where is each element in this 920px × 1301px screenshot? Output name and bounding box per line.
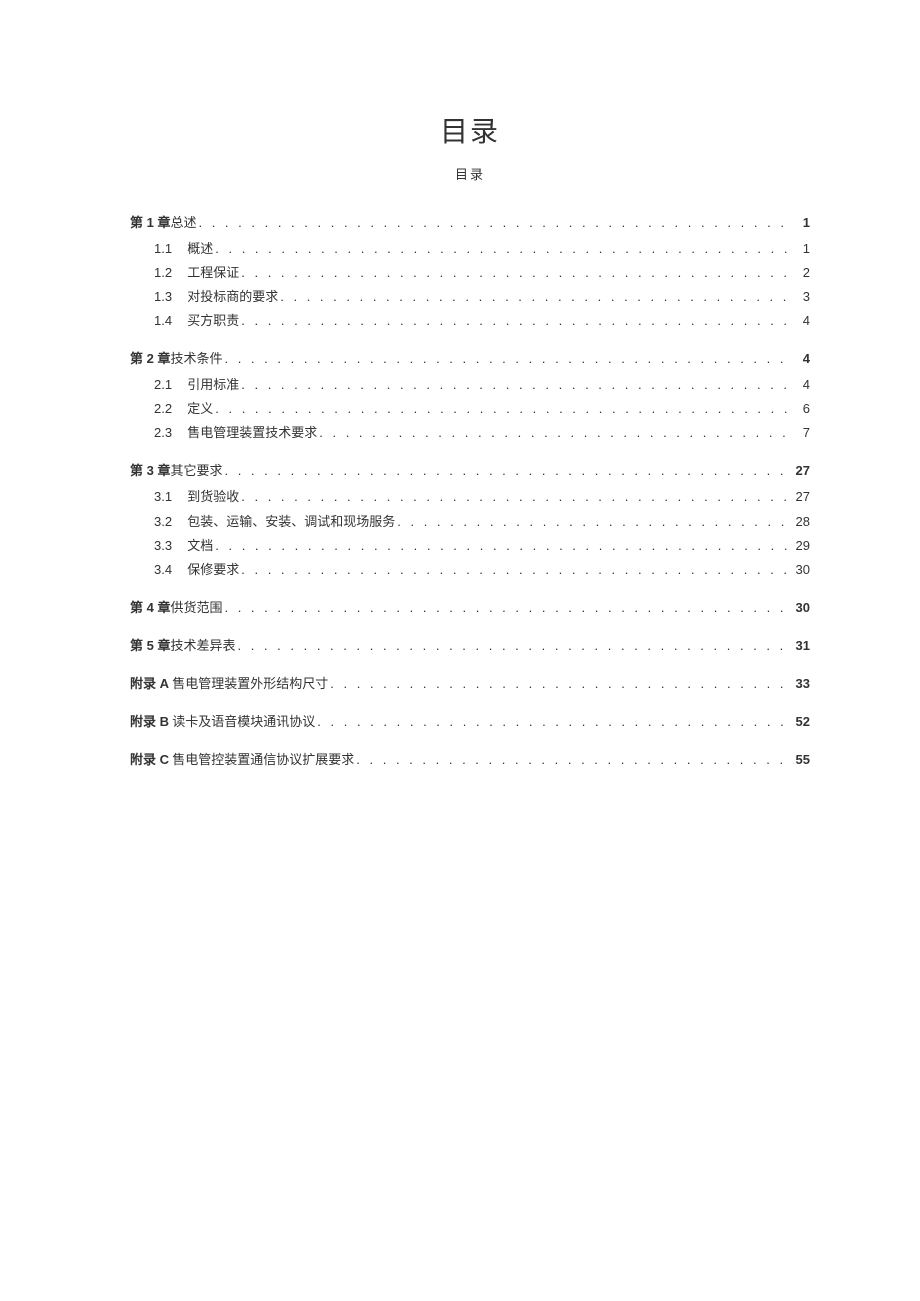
toc-leader-dots	[222, 347, 794, 371]
toc-label: 3.2 包装、运输、安装、调试和现场服务	[154, 510, 395, 534]
toc-subitem: 1.3 对投标商的要求 3	[130, 285, 810, 309]
toc-leader-dots	[354, 748, 794, 772]
toc-leader-dots	[328, 672, 794, 696]
toc-subitem: 1.4 买方职责 4	[130, 309, 810, 333]
toc-page-number: 52	[794, 710, 810, 734]
toc-leader-dots	[239, 309, 794, 333]
toc-page-number: 29	[794, 534, 810, 558]
toc-page-number: 27	[794, 459, 810, 483]
toc-label: 第 4 章供货范围	[130, 596, 222, 620]
page-title: 目录	[130, 110, 810, 150]
toc-label: 附录 C 售电管控装置通信协议扩展要求	[130, 748, 354, 772]
toc-label: 2.3 售电管理装置技术要求	[154, 421, 317, 445]
toc-subitem: 3.4 保修要求 30	[130, 558, 810, 582]
table-of-contents: 第 1 章总述 11.1 概述11.2 工程保证21.3 对投标商的要求31.4…	[130, 211, 810, 772]
toc-subitem: 2.1 引用标准 4	[130, 373, 810, 397]
toc-subitem: 3.3 文档 29	[130, 534, 810, 558]
toc-page-number: 7	[794, 421, 810, 445]
toc-leader-dots	[315, 710, 794, 734]
toc-leader-dots	[239, 558, 794, 582]
toc-page-number: 1	[794, 237, 810, 261]
toc-leader-dots	[235, 634, 794, 658]
toc-label: 3.3 文档	[154, 534, 213, 558]
toc-page-number: 3	[794, 285, 810, 309]
toc-label: 1.3 对投标商的要求	[154, 285, 278, 309]
toc-subitem: 1.2 工程保证 2	[130, 261, 810, 285]
toc-label: 第 5 章技术差异表	[130, 634, 235, 658]
page-subtitle: 目录	[130, 164, 810, 183]
toc-chapter: 附录 B 读卡及语音模块通讯协议 52	[130, 710, 810, 734]
toc-label: 第 3 章其它要求	[130, 459, 222, 483]
toc-chapter: 第 5 章技术差异表 31	[130, 634, 810, 658]
toc-page-number: 6	[794, 397, 810, 421]
toc-page-number: 4	[794, 347, 810, 371]
toc-label: 附录 B 读卡及语音模块通讯协议	[130, 710, 315, 734]
toc-leader-dots	[239, 485, 794, 509]
toc-page-number: 30	[794, 596, 810, 620]
toc-subitem: 2.3 售电管理装置技术要求 7	[130, 421, 810, 445]
toc-page-number: 55	[794, 748, 810, 772]
toc-page-number: 4	[794, 373, 810, 397]
toc-leader-dots	[222, 459, 794, 483]
toc-subitem: 2.2 定义 6	[130, 397, 810, 421]
toc-chapter: 附录 A 售电管理装置外形结构尺寸 33	[130, 672, 810, 696]
toc-label: 3.4 保修要求	[154, 558, 239, 582]
toc-chapter: 第 2 章技术条件 4	[130, 347, 810, 371]
toc-label: 附录 A 售电管理装置外形结构尺寸	[130, 672, 328, 696]
toc-page-number: 28	[794, 510, 810, 534]
toc-leader-dots	[222, 596, 794, 620]
toc-chapter: 第 3 章其它要求 27	[130, 459, 810, 483]
toc-label: 1.4 买方职责	[154, 309, 239, 333]
toc-leader-dots	[395, 510, 794, 534]
toc-label: 2.2 定义	[154, 397, 213, 421]
toc-leader-dots	[239, 373, 794, 397]
toc-label: 1.1 概述	[154, 237, 213, 261]
toc-page-number: 1	[794, 211, 810, 235]
toc-leader-dots	[196, 211, 794, 235]
toc-label: 第 2 章技术条件	[130, 347, 222, 371]
toc-chapter: 附录 C 售电管控装置通信协议扩展要求 55	[130, 748, 810, 772]
toc-leader-dots	[239, 261, 794, 285]
toc-subitem: 3.2 包装、运输、安装、调试和现场服务 28	[130, 510, 810, 534]
toc-page-number: 33	[794, 672, 810, 696]
toc-page-number: 30	[794, 558, 810, 582]
toc-leader-dots	[213, 237, 794, 261]
toc-leader-dots	[213, 534, 794, 558]
toc-page-number: 2	[794, 261, 810, 285]
toc-leader-dots	[213, 397, 794, 421]
toc-chapter: 第 1 章总述 1	[130, 211, 810, 235]
toc-leader-dots	[278, 285, 794, 309]
toc-label: 2.1 引用标准	[154, 373, 239, 397]
toc-page-number: 31	[794, 634, 810, 658]
toc-page-number: 4	[794, 309, 810, 333]
toc-leader-dots	[317, 421, 794, 445]
toc-chapter: 第 4 章供货范围 30	[130, 596, 810, 620]
toc-label: 1.2 工程保证	[154, 261, 239, 285]
toc-subitem: 3.1 到货验收 27	[130, 485, 810, 509]
toc-label: 第 1 章总述	[130, 211, 196, 235]
toc-label: 3.1 到货验收	[154, 485, 239, 509]
toc-page-number: 27	[794, 485, 810, 509]
toc-subitem: 1.1 概述 1	[130, 237, 810, 261]
